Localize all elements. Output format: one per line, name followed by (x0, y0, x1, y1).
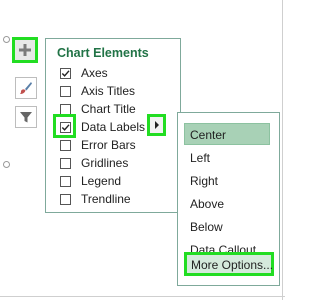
submenu-item-center[interactable]: Center (190, 128, 226, 142)
data-labels-submenu-button[interactable] (147, 114, 166, 136)
gridlines-label: Gridlines (81, 156, 129, 170)
axes-checkbox[interactable] (60, 67, 71, 79)
more-options-label: More Options... (191, 258, 274, 272)
legend-label: Legend (81, 174, 122, 188)
chart-filters-button[interactable] (15, 106, 37, 128)
data-labels-label: Data Labels (81, 120, 146, 134)
legend-checkbox[interactable] (60, 175, 71, 187)
submenu-item-above[interactable]: Above (190, 197, 224, 211)
error-bars-label: Error Bars (81, 138, 136, 152)
trendline-checkbox[interactable] (60, 193, 71, 205)
item-gridlines[interactable]: Gridlines (60, 155, 128, 171)
item-axes[interactable]: Axes (60, 65, 108, 81)
submenu-item-below[interactable]: Below (190, 220, 223, 234)
item-legend[interactable]: Legend (60, 173, 121, 189)
axis-titles-label: Axis Titles (81, 84, 136, 98)
item-trendline[interactable]: Trendline (60, 191, 131, 207)
submenu-item-left[interactable]: Left (190, 151, 210, 165)
data-labels-checkbox-highlight (53, 114, 76, 138)
submenu-item-right[interactable]: Right (190, 174, 218, 188)
chart-border-bottom (0, 296, 285, 297)
trendline-label: Trendline (81, 192, 131, 206)
panel-title: Chart Elements (57, 46, 149, 60)
caret-right-icon (154, 118, 160, 132)
gridlines-checkbox[interactable] (60, 157, 71, 169)
submenu-item-more-options[interactable]: More Options... (184, 252, 274, 276)
resize-handle-middle[interactable] (3, 161, 10, 168)
chart-styles-button[interactable] (15, 77, 37, 99)
chart-border-right (282, 0, 283, 300)
chart-title-label: Chart Title (81, 102, 136, 116)
chart-elements-button[interactable] (12, 37, 38, 63)
axes-label: Axes (81, 66, 108, 80)
axis-titles-checkbox[interactable] (60, 85, 71, 97)
data-labels-submenu: Center Left Right Above Below Data Callo… (177, 112, 280, 286)
paintbrush-icon (19, 81, 33, 95)
resize-handle-top[interactable] (3, 36, 10, 43)
error-bars-checkbox[interactable] (60, 139, 71, 151)
item-axis-titles[interactable]: Axis Titles (60, 83, 135, 99)
chart-title-checkbox[interactable] (60, 103, 71, 115)
item-error-bars[interactable]: Error Bars (60, 137, 136, 153)
filter-icon (19, 110, 33, 124)
plus-icon (18, 43, 32, 57)
